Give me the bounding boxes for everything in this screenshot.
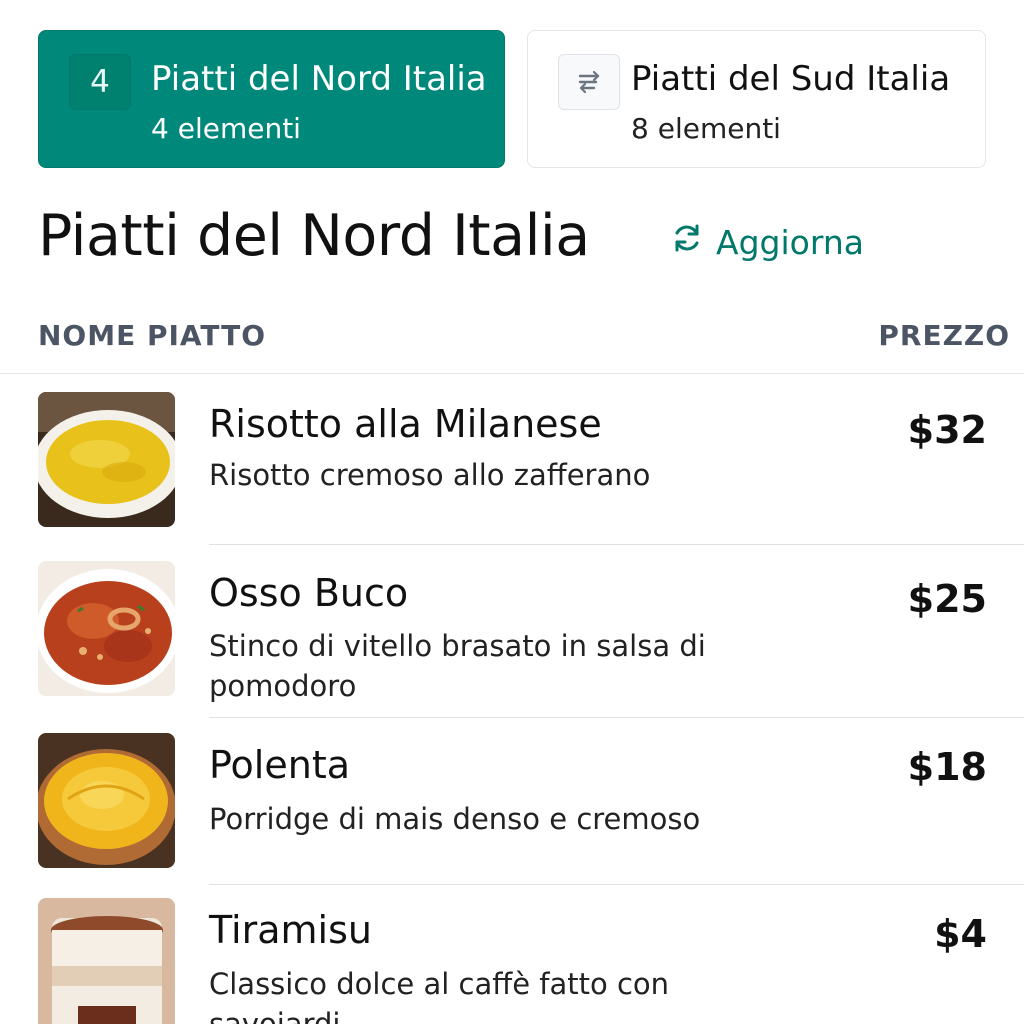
dish-name: Osso Buco [209, 571, 409, 615]
row-divider [209, 544, 1024, 545]
category-title: Piatti del Nord Italia [151, 59, 487, 99]
dish-description: Classico dolce al caffè fatto con savoia… [209, 967, 670, 1024]
osso-buco-image [38, 561, 175, 696]
dish-description: Risotto cremoso allo zafferano [209, 458, 651, 492]
refresh-button[interactable]: Aggiorna [670, 218, 864, 266]
menu-page: 4 Piatti del Nord Italia 4 elementi Piat… [0, 0, 1024, 1024]
dish-name: Tiramisu [209, 908, 372, 952]
refresh-icon [670, 221, 716, 263]
category-card-nord[interactable]: 4 Piatti del Nord Italia 4 elementi [38, 30, 505, 168]
dish-description: Stinco di vitello brasato in salsa di po… [209, 629, 706, 703]
category-card-sud[interactable]: Piatti del Sud Italia 8 elementi [527, 30, 986, 168]
dish-price: $25 [907, 577, 987, 621]
sort-icon [558, 54, 620, 110]
category-item-count: 4 elementi [151, 112, 301, 145]
dish-price: $4 [934, 912, 987, 956]
header-divider [0, 373, 1024, 374]
risotto-image [38, 392, 175, 527]
polenta-image [38, 733, 175, 868]
refresh-label: Aggiorna [716, 222, 864, 262]
column-header-price[interactable]: PREZZO [878, 316, 1010, 356]
page-title: Piatti del Nord Italia [38, 203, 590, 269]
dish-price: $18 [907, 745, 987, 789]
column-header-name[interactable]: NOME PIATTO [38, 316, 266, 356]
row-divider [209, 884, 1024, 885]
row-divider [209, 717, 1024, 718]
dish-price: $32 [907, 408, 987, 452]
category-title: Piatti del Sud Italia [631, 59, 951, 99]
dish-description: Porridge di mais denso e cremoso [209, 802, 701, 836]
dish-name: Polenta [209, 743, 351, 787]
category-count-badge: 4 [69, 54, 131, 110]
tiramisu-image [38, 898, 175, 1024]
dish-name: Risotto alla Milanese [209, 402, 602, 446]
category-item-count: 8 elementi [631, 112, 781, 145]
